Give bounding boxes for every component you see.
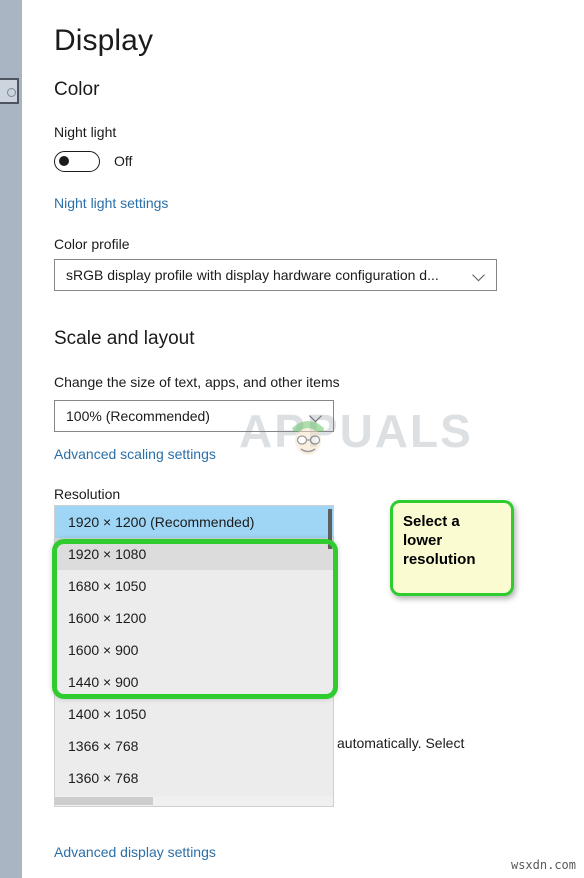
content-column: Display Color Night light Off Night ligh… <box>52 0 584 878</box>
list-item[interactable]: 1680 × 1050 <box>55 570 333 602</box>
night-light-settings-link[interactable]: Night light settings <box>54 195 168 211</box>
chevron-down-icon <box>311 411 322 422</box>
scale-combobox[interactable]: 100% (Recommended) <box>54 400 334 432</box>
search-input[interactable] <box>0 78 19 104</box>
color-profile-label: Color profile <box>54 236 130 252</box>
list-item[interactable]: 1360 × 768 <box>55 762 333 794</box>
scrollbar-thumb[interactable] <box>55 797 153 805</box>
color-profile-value: sRGB display profile with display hardwa… <box>66 267 439 283</box>
nav-strip <box>0 0 22 878</box>
scale-value: 100% (Recommended) <box>66 408 210 424</box>
list-item[interactable]: 1440 × 900 <box>55 666 333 698</box>
section-heading-color: Color <box>54 79 100 100</box>
page-title: Display <box>54 24 154 57</box>
chevron-down-icon <box>474 270 485 281</box>
list-item[interactable]: 1600 × 1200 <box>55 602 333 634</box>
resolution-label: Resolution <box>54 486 121 502</box>
night-light-toggle-state: Off <box>114 153 133 169</box>
dropdown-options: 1920 × 1200 (Recommended) 1920 × 1080 16… <box>55 506 333 794</box>
dropdown-horizontal-scrollbar[interactable] <box>55 796 333 806</box>
dropdown-vertical-scrollbar[interactable] <box>328 509 332 549</box>
advanced-display-settings-link[interactable]: Advanced display settings <box>54 844 216 860</box>
night-light-label: Night light <box>54 124 117 140</box>
color-profile-combobox[interactable]: sRGB display profile with display hardwa… <box>54 259 497 291</box>
advanced-scaling-settings-link[interactable]: Advanced scaling settings <box>54 446 216 462</box>
resolution-dropdown-list[interactable]: 1920 × 1200 (Recommended) 1920 × 1080 16… <box>54 505 334 807</box>
list-item[interactable]: 1400 × 1050 <box>55 698 333 730</box>
night-light-toggle-group: Off <box>54 151 254 177</box>
change-size-label: Change the size of text, apps, and other… <box>54 374 340 390</box>
site-watermark: wsxdn.com <box>510 858 576 872</box>
list-item[interactable]: 1920 × 1200 (Recommended) <box>55 506 333 538</box>
list-item[interactable]: 1920 × 1080 <box>55 538 333 570</box>
list-item[interactable]: 1366 × 768 <box>55 730 333 762</box>
search-icon <box>7 88 16 97</box>
callout-text: Select a lower resolution <box>403 513 476 569</box>
section-heading-scale-and-layout: Scale and layout <box>54 328 195 349</box>
toggle-knob <box>59 156 69 166</box>
display-settings-page: Display Color Night light Off Night ligh… <box>0 0 584 878</box>
night-light-toggle[interactable] <box>54 151 100 172</box>
callout-annotation: Select a lower resolution <box>390 500 514 596</box>
list-item[interactable]: 1600 × 900 <box>55 634 333 666</box>
